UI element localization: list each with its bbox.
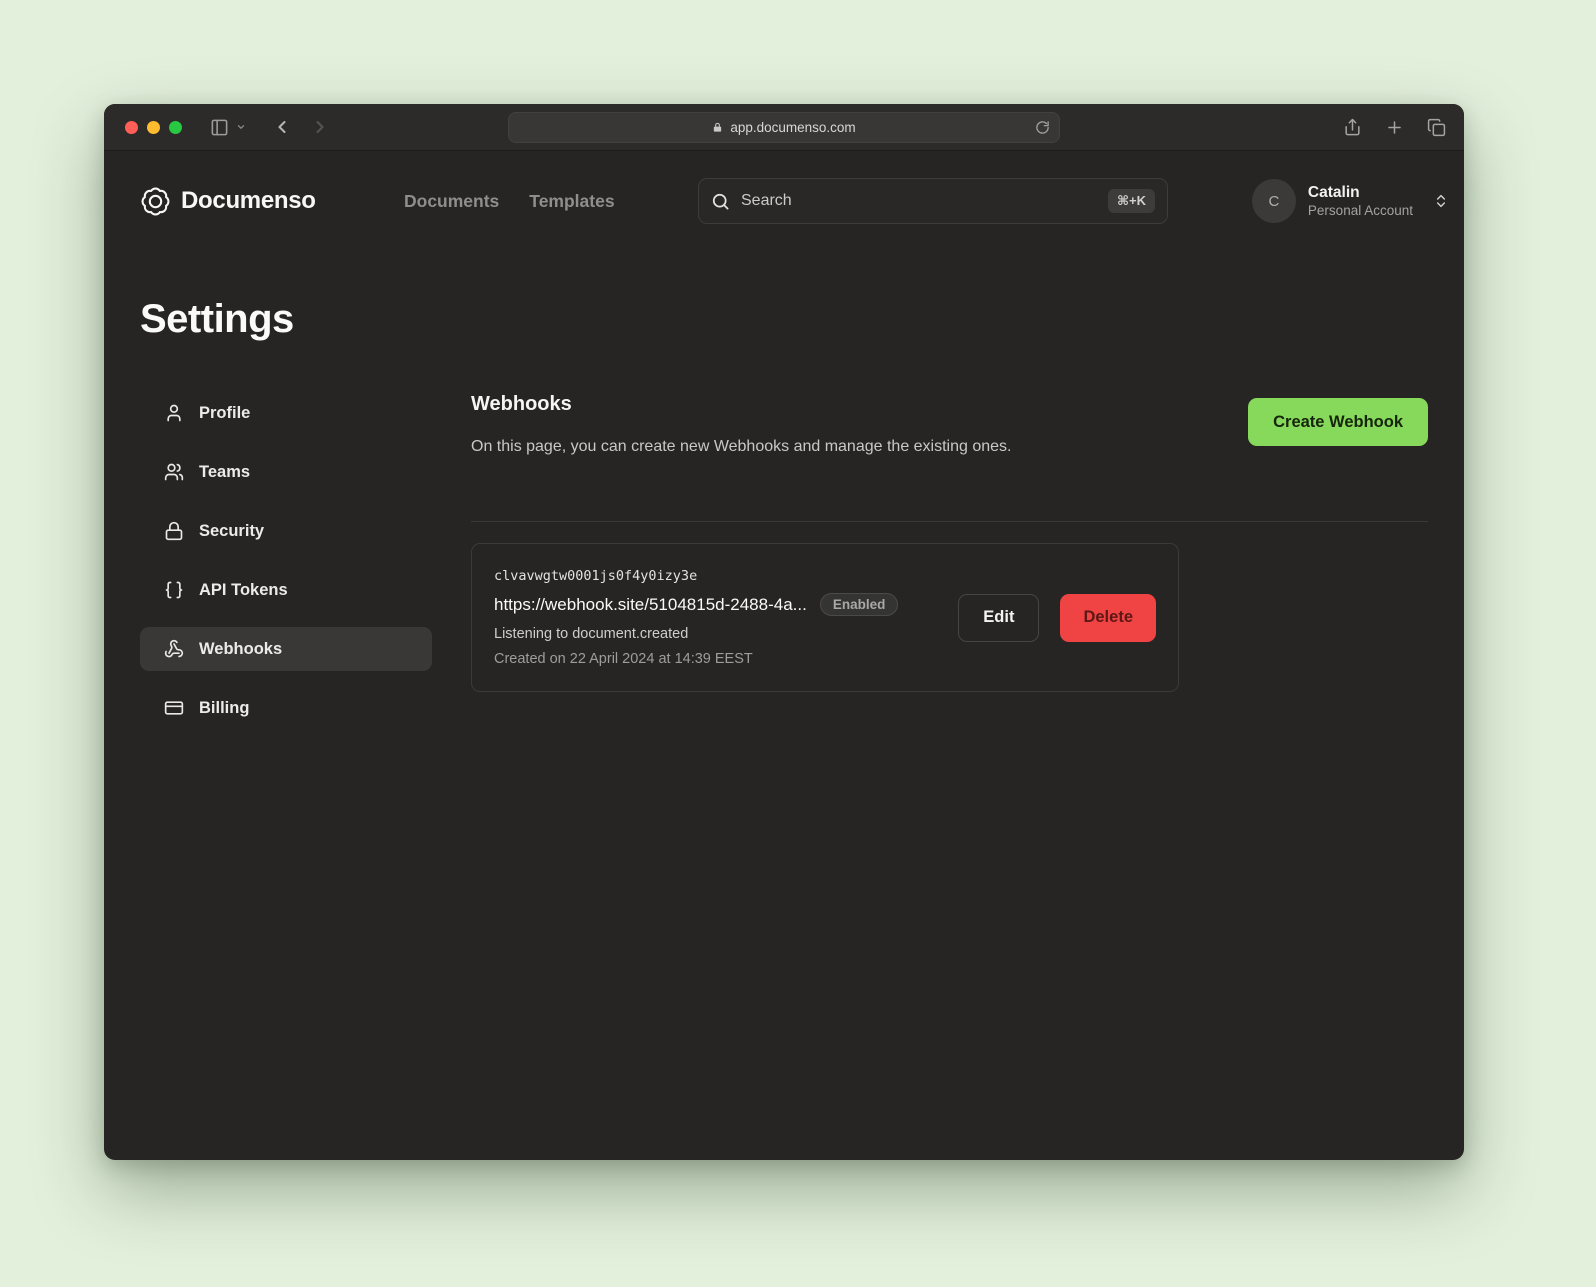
search-icon (711, 192, 730, 211)
webhook-created: Created on 22 April 2024 at 14:39 EEST (494, 651, 938, 667)
sidebar-item-security[interactable]: Security (140, 509, 432, 553)
toolbar-right-actions (1343, 104, 1446, 151)
sidebar-item-billing[interactable]: Billing (140, 686, 432, 730)
sidebar-item-label: Security (199, 522, 264, 541)
account-menu-button[interactable]: C Catalin Personal Account (1252, 178, 1449, 224)
top-nav: Documents Templates (404, 178, 615, 224)
panel-divider (471, 521, 1428, 522)
account-subtitle: Personal Account (1308, 203, 1413, 218)
webhook-url-row: https://webhook.site/5104815d-2488-4a...… (494, 593, 938, 616)
braces-icon (164, 580, 184, 600)
browser-toolbar: app.documenso.com (104, 104, 1464, 151)
sidebar-item-webhooks[interactable]: Webhooks (140, 627, 432, 671)
webhook-url: https://webhook.site/5104815d-2488-4a... (494, 595, 807, 615)
search-shortcut-badge: ⌘+K (1108, 189, 1155, 213)
tab-overview-icon[interactable] (1427, 118, 1446, 137)
browser-window: app.documenso.com Documenso (104, 104, 1464, 1160)
traffic-lights (120, 121, 182, 134)
sidebar-item-teams[interactable]: Teams (140, 450, 432, 494)
account-text: Catalin Personal Account (1308, 184, 1413, 218)
webhooks-panel-header: Webhooks On this page, you can create ne… (471, 393, 1428, 493)
panel-left-icon (210, 118, 229, 137)
back-button[interactable] (272, 117, 292, 137)
page-title: Settings (140, 297, 294, 342)
webhook-actions: Edit Delete (958, 594, 1156, 642)
webhook-id: clvavwgtw0001js0f4y0izy3e (494, 568, 938, 584)
documenso-logo-icon (140, 186, 171, 217)
avatar: C (1252, 179, 1296, 223)
chevron-down-icon[interactable] (236, 122, 246, 132)
user-icon (164, 403, 184, 423)
delete-webhook-button[interactable]: Delete (1060, 594, 1156, 642)
account-name: Catalin (1308, 184, 1413, 202)
webhooks-panel: Webhooks On this page, you can create ne… (471, 393, 1428, 692)
maximize-window-button[interactable] (169, 121, 182, 134)
sidebar-item-api-tokens[interactable]: API Tokens (140, 568, 432, 612)
new-tab-icon[interactable] (1385, 118, 1404, 137)
address-bar[interactable]: app.documenso.com (508, 112, 1060, 143)
chevrons-up-down-icon (1433, 193, 1449, 209)
sidebar-item-profile[interactable]: Profile (140, 391, 432, 435)
app-content: Documenso Documents Templates Search ⌘+K… (104, 151, 1464, 1159)
create-webhook-button[interactable]: Create Webhook (1248, 398, 1428, 446)
search-placeholder: Search (741, 192, 1097, 210)
webhook-card: clvavwgtw0001js0f4y0izy3e https://webhoo… (471, 543, 1179, 692)
credit-card-icon (164, 698, 184, 718)
edit-webhook-button[interactable]: Edit (958, 594, 1039, 642)
sidebar-item-label: Webhooks (199, 640, 282, 659)
lock-icon (712, 121, 723, 134)
status-badge: Enabled (820, 593, 899, 616)
brand[interactable]: Documenso (140, 178, 316, 224)
lock-icon (164, 521, 184, 541)
sidebar-item-label: Profile (199, 404, 250, 423)
webhook-icon (164, 639, 184, 659)
url-text: app.documenso.com (730, 120, 855, 135)
forward-button[interactable] (310, 117, 330, 137)
users-icon (164, 462, 184, 482)
sidebar-item-label: Billing (199, 699, 249, 718)
webhook-details: clvavwgtw0001js0f4y0izy3e https://webhoo… (494, 568, 938, 667)
sidebar-toggle-button[interactable] (210, 118, 246, 137)
sidebar-item-label: API Tokens (199, 581, 288, 600)
webhook-listening: Listening to document.created (494, 626, 938, 642)
search-input[interactable]: Search ⌘+K (698, 178, 1168, 224)
share-icon[interactable] (1343, 118, 1362, 137)
brand-name: Documenso (181, 187, 316, 215)
nav-documents[interactable]: Documents (404, 191, 499, 212)
settings-sidebar: Profile Teams Security API Tokens (140, 391, 432, 730)
nav-templates[interactable]: Templates (529, 191, 614, 212)
close-window-button[interactable] (125, 121, 138, 134)
reload-icon[interactable] (1035, 120, 1050, 135)
minimize-window-button[interactable] (147, 121, 160, 134)
sidebar-item-label: Teams (199, 463, 250, 482)
